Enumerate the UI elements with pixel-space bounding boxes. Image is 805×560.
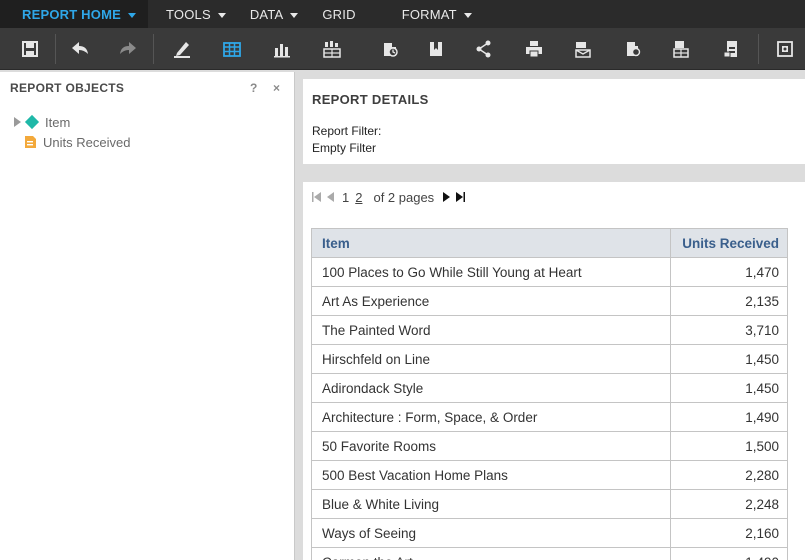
toolbar-separator [55,34,56,64]
first-page-icon[interactable] [311,191,323,203]
export-icon[interactable] [668,36,694,62]
units-cell: 1,490 [670,402,788,432]
bookmark-icon[interactable] [423,36,449,62]
item-cell: Ways of Seeing [311,518,671,548]
chevron-down-icon [290,12,299,18]
menu-format-label: FORMAT [401,6,457,22]
schedule-icon[interactable] [620,36,646,62]
chevron-down-icon [217,12,226,18]
menu-report-home-label: REPORT HOME [22,6,121,22]
design-mode-icon[interactable] [169,36,195,62]
column-header-item[interactable]: Item [311,228,671,258]
report-filter-value: Empty Filter [312,141,377,155]
units-cell: 2,135 [670,286,788,316]
table-row: Ways of Seeing 2,160 [311,518,788,548]
menu-grid[interactable]: GRID [310,0,367,28]
report-filter-label: Report Filter: [312,124,382,138]
menu-data[interactable]: DATA [238,0,311,28]
table-row: 500 Best Vacation Home Plans 2,280 [311,460,788,490]
panel-title: REPORT OBJECTS [10,81,125,95]
expand-arrow-icon[interactable] [14,117,21,127]
table-row: Carmen the Art1,490 [311,547,788,560]
pdf-icon[interactable] [719,36,745,62]
menu-report-home[interactable]: REPORT HOME [0,0,148,28]
table-row: 50 Favorite Rooms 1,500 [311,431,788,461]
table-row: Art As Experience 2,135 [311,286,788,316]
units-cell: 1,470 [670,257,788,287]
units-cell: 1,490 [670,547,788,560]
app-window: REPORT HOME TOOLS DATA GRID FORMAT REPOR… [0,0,805,560]
units-cell: 3,710 [670,315,788,345]
share-icon[interactable] [471,36,497,62]
item-cell: 100 Places to Go While Still Young at He… [311,257,671,287]
tree-item-label: Units Received [43,134,131,150]
units-cell: 1,450 [670,373,788,403]
object-tree: Item Units Received [0,104,294,152]
units-cell: 2,248 [670,489,788,519]
toolbar-separator [758,34,759,64]
graph-view-icon[interactable] [269,36,295,62]
table-row: 100 Places to Go While Still Young at He… [311,257,788,287]
menu-grid-label: GRID [322,6,356,22]
previous-page-icon[interactable] [325,191,337,203]
undo-icon[interactable] [67,36,93,62]
pager: 1 2 of 2 pages [311,188,468,206]
item-cell: Hirschfeld on Line [311,344,671,374]
tree-item-units-received[interactable]: Units Received [14,132,294,152]
item-cell: Architecture : Form, Space, & Order [311,402,671,432]
menu-format[interactable]: FORMAT [390,0,484,28]
report-objects-panel: REPORT OBJECTS ? × Item Units Received [0,72,295,560]
item-cell: 50 Favorite Rooms [311,431,671,461]
last-page-icon[interactable] [454,191,466,203]
table-row: Blue & White Living 2,248 [311,489,788,519]
units-cell: 1,500 [670,431,788,461]
tree-item-label: Item [45,114,71,130]
table-row: Hirschfeld on Line 1,450 [311,344,788,374]
item-cell: Art As Experience [311,286,671,316]
metric-icon [25,136,36,148]
units-cell: 2,160 [670,518,788,548]
chevron-down-icon [127,12,136,18]
attribute-diamond-icon [24,114,40,130]
menu-tools[interactable]: TOOLS [154,0,238,28]
grid-view-icon[interactable] [219,36,245,62]
next-page-icon[interactable] [440,191,452,203]
grid-graph-view-icon[interactable] [319,36,345,62]
item-cell: Blue & White Living [311,489,671,519]
item-cell: Adirondack Style [311,373,671,403]
toolbar [0,28,805,70]
menu-tools-label: TOOLS [165,6,211,22]
page-count-text: of 2 pages [373,189,435,205]
item-cell: Carmen the Art [311,547,671,560]
subscribe-icon[interactable] [772,36,798,62]
toolbar-separator [153,34,154,64]
units-cell: 2,280 [670,460,788,490]
grid-header-row: Item Units Received [311,228,788,258]
close-icon[interactable]: × [273,81,280,95]
table-row: Architecture : Form, Space, & Order 1,490 [311,402,788,432]
redo-icon[interactable] [115,36,141,62]
print-icon[interactable] [521,36,547,62]
page-link-2[interactable]: 2 [355,190,362,205]
refresh-icon[interactable] [377,36,403,62]
item-cell: 500 Best Vacation Home Plans [311,460,671,490]
help-icon[interactable]: ? [250,81,257,95]
menu-bar: REPORT HOME TOOLS DATA GRID FORMAT [0,0,805,28]
item-cell: The Painted Word [311,315,671,345]
table-row: Adirondack Style 1,450 [311,373,788,403]
report-details-panel: REPORT DETAILS Report Filter: Empty Filt… [303,79,805,164]
column-header-units-received[interactable]: Units Received [670,228,788,258]
tree-item-item[interactable]: Item [14,112,294,132]
page-link-1[interactable]: 1 [342,190,349,205]
email-icon[interactable] [570,36,596,62]
details-title: REPORT DETAILS [312,92,429,107]
menu-data-label: DATA [249,6,284,22]
units-cell: 1,450 [670,344,788,374]
report-grid-table: Item Units Received 100 Places to Go Whi… [311,228,788,560]
save-icon[interactable] [17,36,43,62]
report-grid-area: 1 2 of 2 pages Item Units Received 100 P… [303,182,805,560]
chevron-down-icon [463,12,472,18]
table-row: The Painted Word 3,710 [311,315,788,345]
